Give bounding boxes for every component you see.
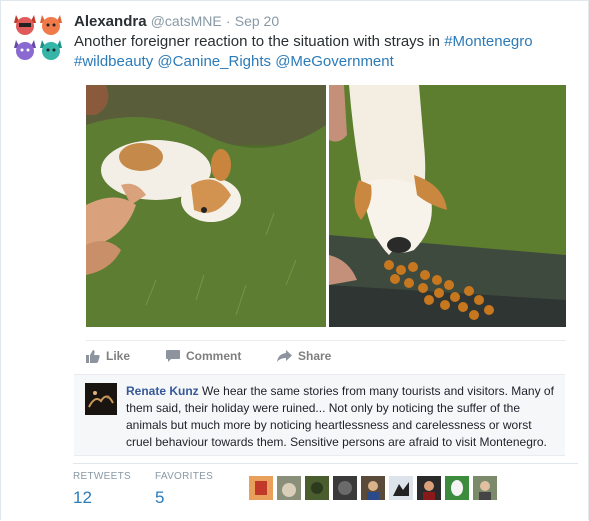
tweet-text: Another foreigner reaction to the situat… [74,32,544,72]
like-button[interactable]: Like [86,349,130,363]
mention-megovernment[interactable]: @MeGovernment [275,53,394,70]
comment-label: Comment [186,349,242,363]
commenter-name[interactable]: Renate Kunz [126,384,199,398]
tweet-date[interactable]: Sep 20 [235,13,279,29]
photo-dog-lying[interactable] [86,85,326,327]
author-handle[interactable]: @catsMNE [151,13,222,29]
user-avatar[interactable] [473,476,497,500]
share-arrow-icon [277,349,292,363]
retweets-stat[interactable]: RETWEETS 12 [73,471,131,508]
user-avatar[interactable] [249,476,273,500]
facebook-comment: Renate Kunz We hear the same stories fro… [74,374,565,456]
favorites-label: FAVORITES [155,471,214,482]
facebook-actions-bar: Like Comment Share [86,340,566,371]
retweets-label: RETWEETS [73,471,131,482]
user-avatar[interactable] [305,476,329,500]
user-avatar[interactable] [389,476,413,500]
photo-grid [86,85,566,327]
tweet-header: Alexandra @catsMNE · Sep 20 [74,13,279,30]
author-avatar[interactable] [13,11,65,63]
user-avatar[interactable] [277,476,301,500]
photo-dog-eating[interactable] [329,85,566,327]
speech-bubble-icon [166,349,180,363]
user-avatar-row [249,476,497,500]
user-avatar[interactable] [361,476,385,500]
retweets-count: 12 [73,488,92,507]
favorites-count: 5 [155,488,165,507]
author-name[interactable]: Alexandra [74,13,147,30]
header-separator: · [225,13,231,29]
share-button[interactable]: Share [277,349,331,363]
thumbs-up-icon [86,349,100,363]
hashtag-montenegro[interactable]: #Montenegro [444,33,532,50]
tweet-text-plain: Another foreigner reaction to the situat… [74,33,445,50]
tweet-stats: RETWEETS 12 FAVORITES 5 [73,463,578,512]
comment-button[interactable]: Comment [166,349,241,363]
hashtag-wildbeauty[interactable]: #wildbeauty [74,53,153,70]
user-avatar[interactable] [333,476,357,500]
tweet-card: Alexandra @catsMNE · Sep 20 Another fore… [0,0,589,520]
favorites-stat[interactable]: FAVORITES 5 [155,471,213,508]
user-avatar[interactable] [417,476,441,500]
like-label: Like [106,349,131,363]
share-label: Share [298,349,332,363]
commenter-avatar[interactable] [85,383,117,415]
user-avatar[interactable] [445,476,469,500]
mention-canine-rights[interactable]: @Canine_Rights [157,53,271,70]
comment-body: Renate Kunz We hear the same stories fro… [126,383,556,451]
